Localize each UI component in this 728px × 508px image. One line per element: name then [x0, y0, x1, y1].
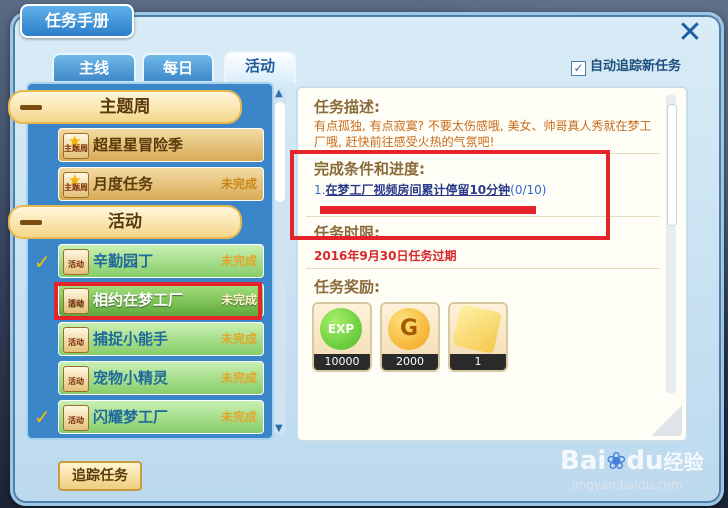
task-name: 宠物小精灵: [93, 369, 169, 387]
scrollbar-thumb[interactable]: [667, 104, 677, 226]
category-event[interactable]: 活动: [8, 205, 242, 239]
desc-text: 有点孤独, 有点寂寞? 不要太伤感哦, 美女、帅哥真人秀就在梦工厂哦, 赶快前往…: [314, 119, 652, 149]
event-icon: 活动: [63, 366, 89, 392]
puzzle-icon: [452, 304, 502, 354]
task-status: 未完成: [220, 332, 257, 346]
window-title: 任务手册: [20, 4, 134, 38]
close-icon[interactable]: ✕: [676, 18, 704, 48]
checkbox-icon[interactable]: ✓: [571, 61, 586, 76]
list-item[interactable]: 活动 辛勤园丁 未完成: [58, 244, 264, 278]
scrollbar-thumb[interactable]: [275, 102, 285, 202]
collapse-icon: [20, 105, 42, 110]
task-status: 未完成: [220, 177, 257, 191]
gold-coin-icon: G: [388, 308, 430, 350]
list-item[interactable]: ★ 主题周 超星星冒险季: [58, 128, 264, 162]
track-task-button[interactable]: 追踪任务: [58, 461, 142, 491]
deadline-text: 2016年9月30日任务过期: [314, 249, 457, 263]
scroll-up-icon[interactable]: ▲: [275, 88, 283, 99]
reward-amount: 10000: [314, 354, 370, 370]
list-item[interactable]: 活动 闪耀梦工厂 未完成: [58, 400, 264, 434]
category-label: 活动: [108, 212, 142, 232]
category-label: 主题周: [99, 97, 151, 117]
event-icon: 活动: [63, 327, 89, 353]
list-item[interactable]: ★ 主题周 月度任务 未完成: [58, 167, 264, 201]
baidu-watermark: Bai❀du经验 jingyan.baidu.com: [560, 446, 704, 492]
detail-scrollbar[interactable]: [666, 94, 677, 394]
task-name: 捕捉小能手: [93, 330, 169, 348]
checkmark-icon: ✓: [34, 250, 51, 274]
theme-week-icon: ★ 主题周: [63, 132, 89, 159]
highlight-box: [54, 282, 262, 320]
tab-main[interactable]: 主线: [52, 53, 136, 81]
highlight-box: [290, 150, 610, 240]
checkmark-icon: ✓: [34, 405, 51, 429]
exp-icon: EXP: [320, 308, 362, 350]
list-item[interactable]: 活动 捕捉小能手 未完成: [58, 322, 264, 356]
task-status: 未完成: [220, 371, 257, 385]
task-list-scrollbar[interactable]: ▲ ▼: [274, 88, 286, 434]
task-name: 辛勤园丁: [93, 252, 154, 270]
task-name: 超星星冒险季: [93, 136, 184, 154]
reward-gold[interactable]: G 2000: [380, 302, 440, 372]
scroll-down-icon[interactable]: ▼: [275, 423, 283, 434]
tab-event[interactable]: 活动: [224, 51, 296, 83]
page-curl-decoration: [652, 404, 682, 436]
reward-amount: 1: [450, 354, 506, 370]
category-theme-week[interactable]: 主题周: [8, 90, 242, 124]
list-item[interactable]: 活动 宠物小精灵 未完成: [58, 361, 264, 395]
auto-track-toggle[interactable]: ✓ 自动追踪新任务: [571, 55, 681, 76]
task-status: 未完成: [220, 410, 257, 424]
task-name: 月度任务: [93, 175, 154, 193]
divider: [306, 268, 660, 269]
reward-title: 任务奖励:: [314, 278, 380, 296]
event-icon: 活动: [63, 405, 89, 431]
task-status: 未完成: [220, 254, 257, 268]
task-name: 闪耀梦工厂: [93, 408, 169, 426]
auto-track-label: 自动追踪新任务: [590, 59, 682, 74]
tab-daily[interactable]: 每日: [142, 53, 214, 81]
reward-amount: 2000: [382, 354, 438, 370]
collapse-icon: [20, 220, 42, 225]
reward-exp[interactable]: EXP 10000: [312, 302, 372, 372]
theme-week-icon: ★ 主题周: [63, 171, 89, 198]
desc-title: 任务描述:: [314, 98, 380, 116]
paw-icon: ❀: [606, 447, 627, 475]
event-icon: 活动: [63, 249, 89, 275]
reward-puzzle[interactable]: 1: [448, 302, 508, 372]
